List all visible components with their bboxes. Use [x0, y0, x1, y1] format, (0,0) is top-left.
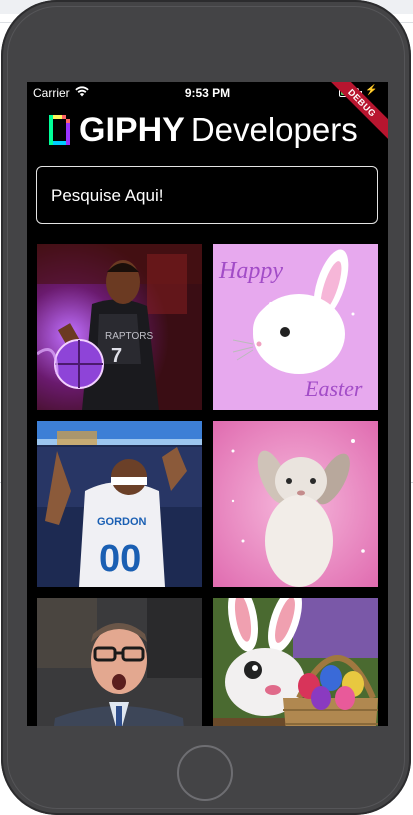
search-input[interactable]	[49, 167, 369, 225]
gif-tile[interactable]	[213, 598, 378, 726]
gif3-jersey-name: GORDON	[97, 516, 147, 528]
gif-tile[interactable]	[37, 598, 202, 726]
gif3-jersey-number: 00	[99, 538, 141, 580]
giphy-logo-icon	[49, 115, 70, 145]
phone-device: Carrier 9:53 PM ⚡ DEBUG GIPHY Developers…	[1, 0, 411, 815]
gif-tile[interactable]: GORDON 00	[37, 421, 202, 587]
search-box[interactable]	[36, 166, 378, 225]
gif-image	[213, 598, 378, 726]
app-screen: Carrier 9:53 PM ⚡ DEBUG GIPHY Developers…	[27, 82, 388, 726]
gif1-jersey-team: RAPTORS	[105, 331, 153, 342]
gif-image	[37, 598, 202, 726]
gif-tile[interactable]: Happy Easter	[213, 244, 378, 410]
gif2-text-top: Happy	[218, 258, 283, 284]
gif-tile[interactable]: RAPTORS 7	[37, 244, 202, 410]
gif1-jersey-number: 7	[111, 345, 122, 367]
clock-time: 9:53 PM	[184, 86, 231, 100]
gif-image	[213, 421, 378, 587]
gif-image: GORDON 00	[37, 421, 202, 587]
brand-subtitle: Developers	[190, 111, 358, 148]
gif-image: RAPTORS 7	[37, 244, 202, 410]
app-header: GIPHY Developers	[49, 110, 379, 150]
gif-image: Happy Easter	[213, 244, 378, 410]
charging-icon: ⚡	[365, 85, 378, 96]
gif-tile[interactable]	[213, 421, 378, 587]
home-button[interactable]	[177, 745, 233, 801]
brand-name: GIPHY	[79, 110, 185, 149]
gif2-text-bottom: Easter	[304, 376, 363, 401]
